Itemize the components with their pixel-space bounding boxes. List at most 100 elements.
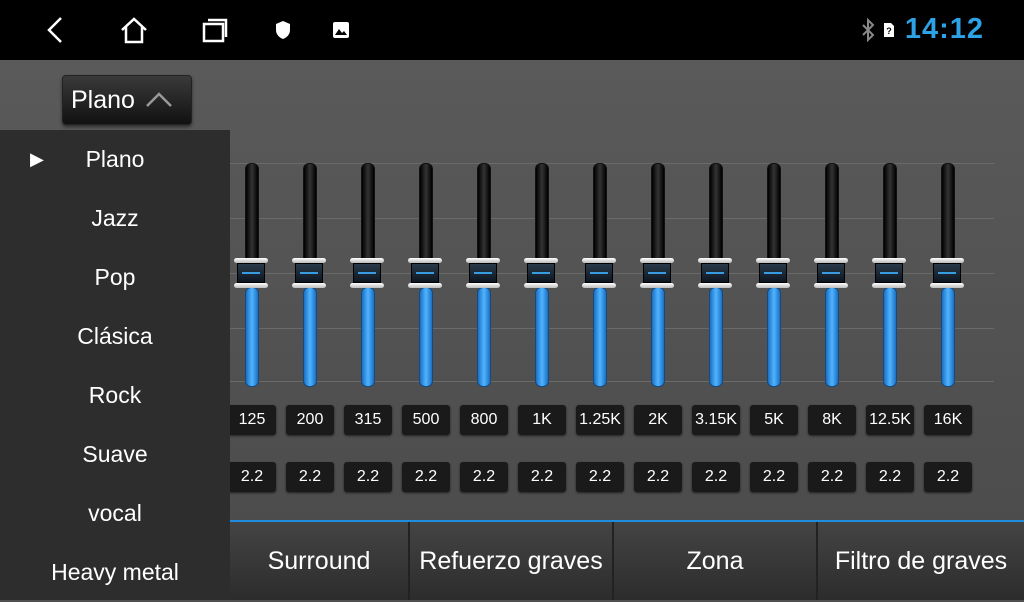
menu-item-heavy-metal[interactable]: Heavy metal	[0, 543, 230, 602]
bluetooth-icon	[858, 0, 878, 60]
band-frequency-label: 12.5K	[866, 405, 914, 435]
slider-thumb[interactable]	[408, 258, 442, 288]
menu-item-rock[interactable]: Rock	[0, 366, 230, 425]
slider-fill	[941, 287, 955, 387]
slider-track	[245, 163, 259, 273]
preset-dropdown[interactable]: Plano	[62, 75, 192, 125]
recent-apps-icon[interactable]	[198, 0, 230, 60]
image-icon	[330, 0, 352, 60]
slider-fill	[361, 287, 375, 387]
slider-thumb[interactable]	[640, 258, 674, 288]
menu-item-label: Suave	[82, 441, 148, 467]
grid-line	[230, 163, 994, 164]
slider-thumb[interactable]	[756, 258, 790, 288]
status-bar: ? 14:12	[0, 0, 1024, 60]
band-frequency-label: 200	[286, 405, 334, 435]
tab-bass-filter[interactable]: Filtro de graves	[818, 522, 1024, 600]
band-value-label: 2.2	[924, 462, 972, 492]
eq-slider[interactable]	[756, 163, 790, 387]
band-frequency-label: 1K	[518, 405, 566, 435]
band-value-label: 2.2	[402, 462, 450, 492]
eq-slider[interactable]	[350, 163, 384, 387]
tab-surround[interactable]: Surround	[230, 522, 410, 600]
slider-track	[361, 163, 375, 273]
menu-item-vocal[interactable]: vocal	[0, 484, 230, 543]
slider-thumb[interactable]	[582, 258, 616, 288]
slider-fill	[535, 287, 549, 387]
band-value-label: 2.2	[808, 462, 856, 492]
band-value-label: 2.2	[576, 462, 624, 492]
slider-fill	[245, 287, 259, 387]
band-frequency-label: 5K	[750, 405, 798, 435]
eq-slider[interactable]	[814, 163, 848, 387]
selected-arrow-icon: ▶	[30, 149, 44, 169]
slider-thumb[interactable]	[524, 258, 558, 288]
eq-slider[interactable]	[524, 163, 558, 387]
slider-track	[535, 163, 549, 273]
slider-track	[593, 163, 607, 273]
menu-item-label: vocal	[88, 500, 142, 526]
slider-thumb[interactable]	[466, 258, 500, 288]
chevron-up-icon	[145, 86, 173, 115]
menu-item-label: Plano	[85, 146, 145, 172]
menu-item-plano[interactable]: ▶ Plano	[0, 130, 230, 189]
preset-menu: ▶ Plano Jazz Pop Clásica Rock Suave voca…	[0, 130, 230, 600]
slider-thumb[interactable]	[350, 258, 384, 288]
band-value-label: 2.2	[750, 462, 798, 492]
menu-item-pop[interactable]: Pop	[0, 248, 230, 307]
bottom-tab-bar: Surround Refuerzo graves Zona Filtro de …	[230, 520, 1024, 600]
slider-thumb[interactable]	[698, 258, 732, 288]
eq-slider[interactable]	[582, 163, 616, 387]
back-icon[interactable]	[40, 0, 70, 60]
eq-slider[interactable]	[640, 163, 674, 387]
home-icon[interactable]	[117, 0, 151, 60]
slider-track	[651, 163, 665, 273]
eq-slider[interactable]	[234, 163, 268, 387]
menu-item-label: Rock	[88, 382, 142, 408]
preset-selected-label: Plano	[71, 85, 135, 114]
clock: 14:12	[904, 13, 984, 45]
slider-fill	[709, 287, 723, 387]
slider-track	[883, 163, 897, 273]
menu-item-clasica[interactable]: Clásica	[0, 307, 230, 366]
tab-bass-boost[interactable]: Refuerzo graves	[410, 522, 614, 600]
band-value-label: 2.2	[228, 462, 276, 492]
grid-line	[230, 381, 994, 382]
slider-track	[941, 163, 955, 273]
band-value-label: 2.2	[460, 462, 508, 492]
slider-fill	[883, 287, 897, 387]
slider-track	[419, 163, 433, 273]
band-frequency-label: 2K	[634, 405, 682, 435]
eq-slider[interactable]	[930, 163, 964, 387]
band-frequency-label: 800	[460, 405, 508, 435]
band-value-label: 2.2	[634, 462, 682, 492]
menu-item-suave[interactable]: Suave	[0, 425, 230, 484]
eq-slider[interactable]	[466, 163, 500, 387]
tab-zone[interactable]: Zona	[614, 522, 818, 600]
band-value-label: 2.2	[286, 462, 334, 492]
eq-slider[interactable]	[698, 163, 732, 387]
slider-track	[825, 163, 839, 273]
slider-track	[477, 163, 491, 273]
band-frequency-label: 8K	[808, 405, 856, 435]
slider-thumb[interactable]	[292, 258, 326, 288]
slider-thumb[interactable]	[234, 258, 268, 288]
band-frequency-label: 3.15K	[692, 405, 740, 435]
slider-fill	[651, 287, 665, 387]
band-frequency-label: 125	[228, 405, 276, 435]
slider-track	[767, 163, 781, 273]
slider-track	[709, 163, 723, 273]
menu-item-label: Clásica	[77, 323, 153, 349]
slider-track	[303, 163, 317, 273]
band-frequency-label: 16K	[924, 405, 972, 435]
menu-item-label: Jazz	[91, 205, 139, 231]
eq-slider[interactable]	[872, 163, 906, 387]
slider-thumb[interactable]	[930, 258, 964, 288]
menu-item-label: Pop	[94, 264, 136, 290]
eq-slider[interactable]	[292, 163, 326, 387]
slider-thumb[interactable]	[814, 258, 848, 288]
menu-item-jazz[interactable]: Jazz	[0, 189, 230, 248]
slider-thumb[interactable]	[872, 258, 906, 288]
eq-slider[interactable]	[408, 163, 442, 387]
slider-fill	[419, 287, 433, 387]
